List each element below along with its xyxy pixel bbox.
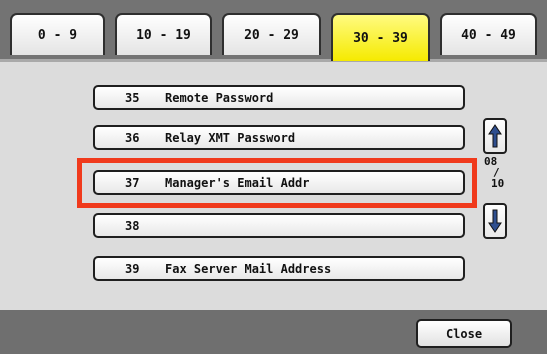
- item-label: Relay XMT Password: [165, 130, 296, 145]
- item-number: 39: [125, 261, 140, 276]
- arrow-up-icon: [488, 124, 502, 148]
- scroll-down-button[interactable]: [483, 203, 507, 239]
- parameter-item-38[interactable]: 38: [93, 213, 465, 238]
- tab-label: 40 - 49: [461, 27, 516, 43]
- parameter-item-36[interactable]: 36 Relay XMT Password: [93, 125, 465, 150]
- item-number: 36: [125, 130, 140, 145]
- page-indicator: 08 / 10: [484, 156, 514, 189]
- tab-40-49[interactable]: 40 - 49: [440, 13, 537, 55]
- parameter-item-39[interactable]: 39 Fax Server Mail Address: [93, 256, 465, 281]
- tab-0-9[interactable]: 0 - 9: [10, 13, 105, 55]
- close-label: Close: [445, 326, 483, 341]
- item-number: 38: [125, 218, 140, 233]
- selection-highlight: [77, 158, 477, 208]
- tab-label: 30 - 39: [353, 30, 408, 46]
- tab-label: 0 - 9: [37, 27, 78, 43]
- tab-label: 20 - 29: [244, 27, 299, 43]
- arrow-down-icon: [488, 209, 502, 233]
- page-total: 10: [491, 177, 505, 190]
- tab-10-19[interactable]: 10 - 19: [115, 13, 212, 55]
- tab-30-39[interactable]: 30 - 39: [331, 13, 430, 61]
- item-label: Fax Server Mail Address: [165, 261, 332, 276]
- parameter-item-35[interactable]: 35 Remote Password: [93, 85, 465, 110]
- tab-label: 10 - 19: [136, 27, 191, 43]
- item-number: 35: [125, 90, 140, 105]
- close-button[interactable]: Close: [416, 319, 512, 348]
- item-label: Remote Password: [165, 90, 274, 105]
- scroll-up-button[interactable]: [483, 118, 507, 154]
- tab-20-29[interactable]: 20 - 29: [222, 13, 321, 55]
- range-tab-bar: 0 - 9 10 - 19 20 - 29 30 - 39 40 - 49: [0, 0, 547, 62]
- fax-parameter-screen: 0 - 9 10 - 19 20 - 29 30 - 39 40 - 49 35…: [0, 0, 547, 354]
